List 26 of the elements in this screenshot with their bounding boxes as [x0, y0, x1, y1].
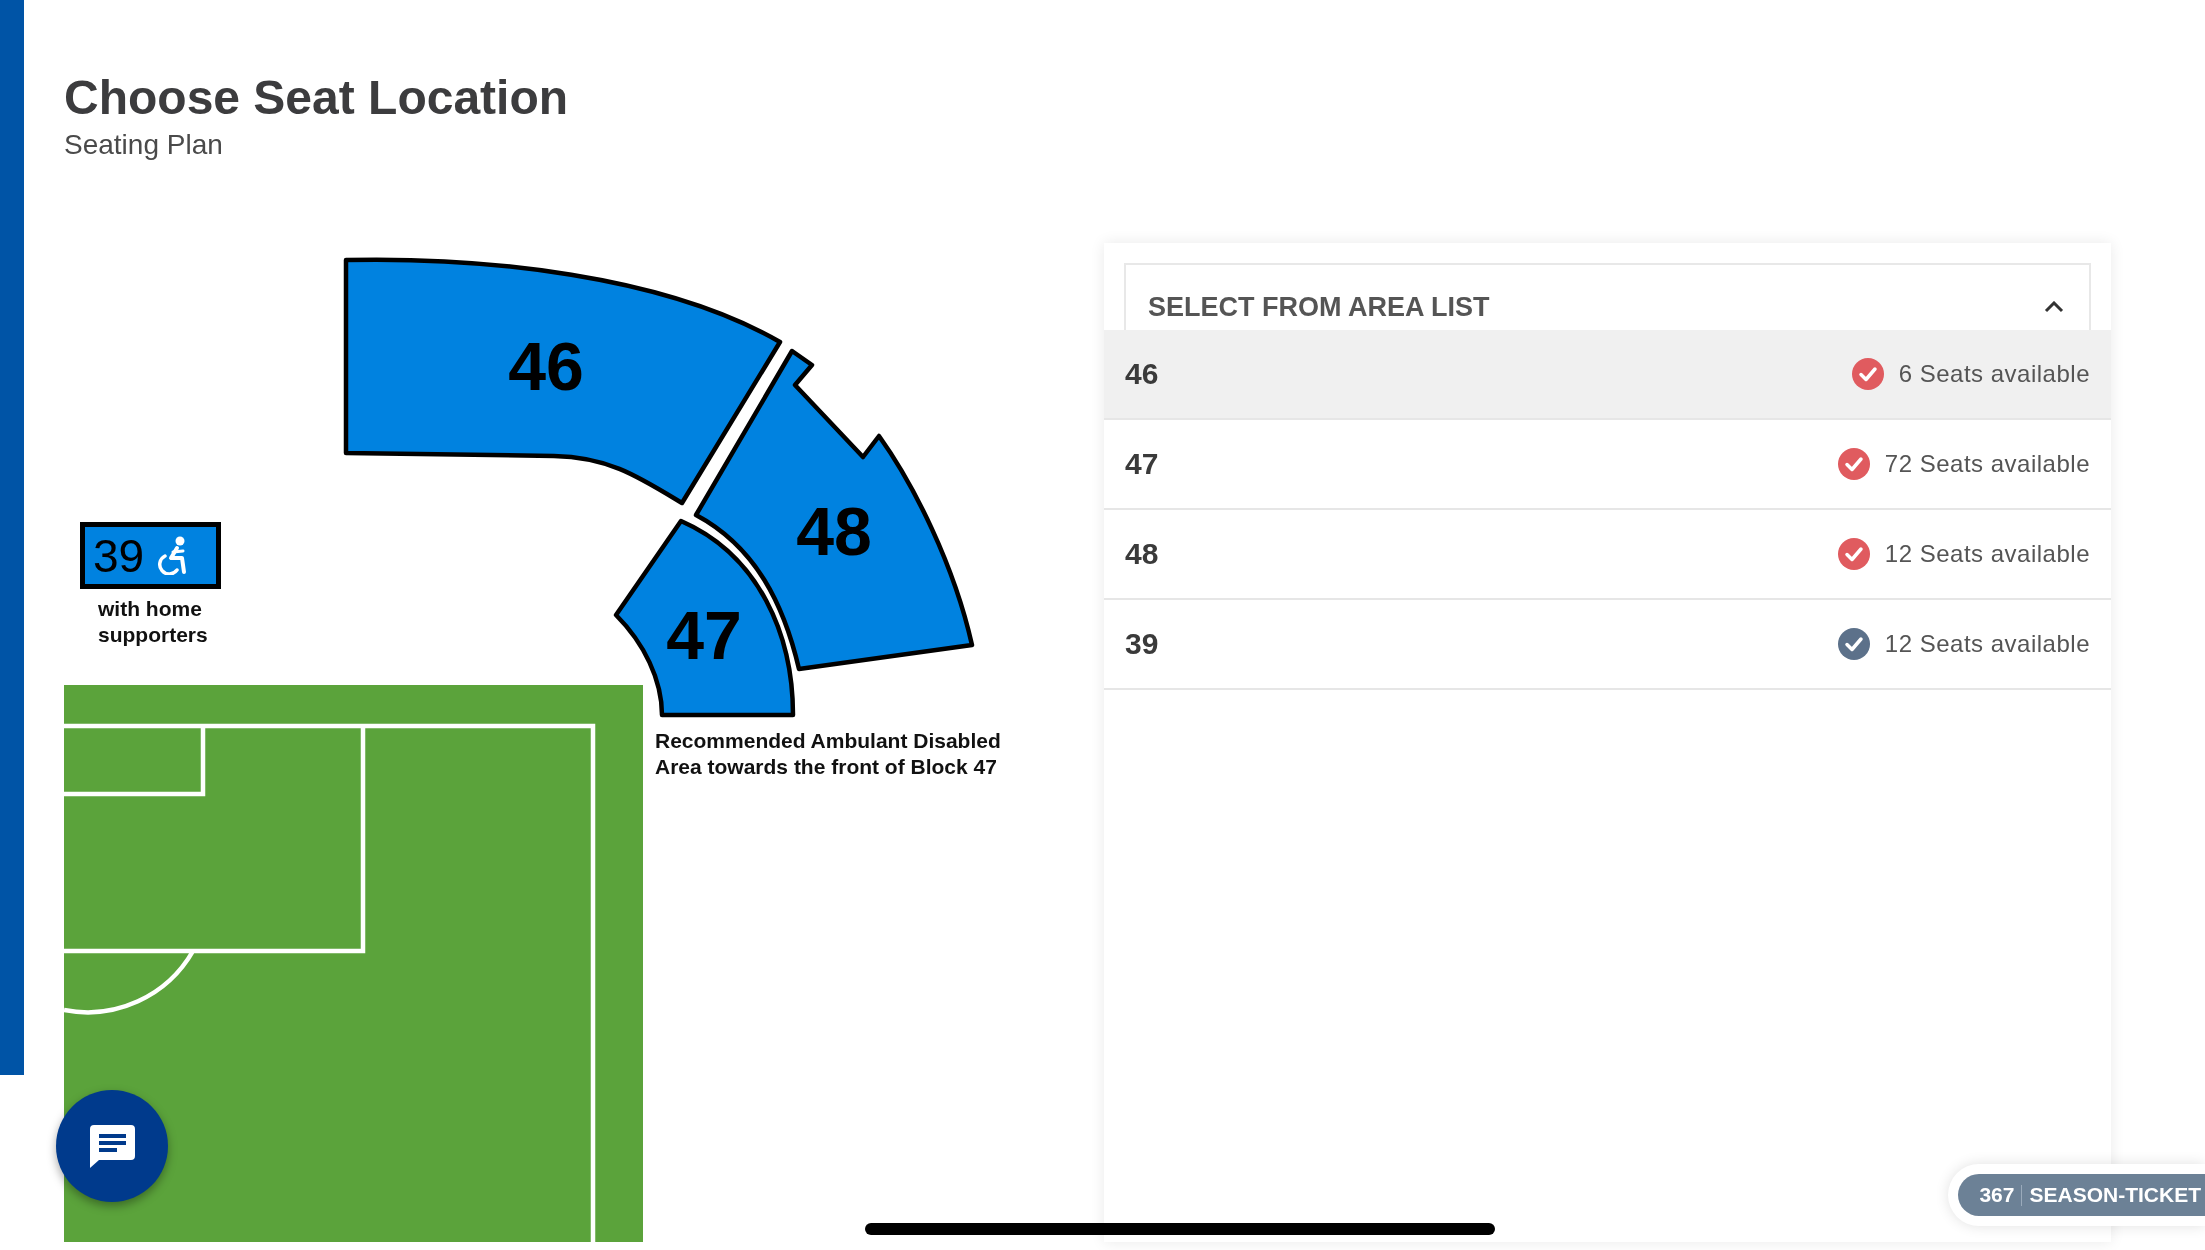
block-number: 39: [93, 530, 145, 581]
seating-block[interactable]: [613, 518, 796, 718]
block-number: 48: [796, 493, 872, 569]
area-list-item[interactable]: 46 6 Seats available: [1104, 330, 2111, 420]
seats-available-text: 72 Seats available: [1884, 450, 2090, 478]
seats-available-text: 12 Seats available: [1884, 630, 2090, 658]
page-subtitle: Seating Plan: [64, 129, 223, 161]
seats-available-text: 12 Seats available: [1884, 540, 2090, 568]
area-number: 47: [1125, 447, 1159, 481]
area-list-item[interactable]: 47 72 Seats available: [1104, 420, 2111, 510]
block-number: 47: [666, 597, 742, 673]
area-list-dropdown[interactable]: SELECT FROM AREA LIST: [1124, 263, 2091, 330]
area-number: 46: [1125, 357, 1159, 391]
accessible-block-note: with home supporters: [98, 596, 209, 648]
season-ticket-button[interactable]: 367 SEASON-TICKET: [1958, 1174, 2205, 1216]
seating-block[interactable]: [343, 257, 783, 506]
area-number: 39: [1125, 627, 1159, 661]
area-list-item[interactable]: 48 12 Seats available: [1104, 510, 2111, 600]
map-caption: Recommended Ambulant Disabled Area towards the front of Block 47: [655, 728, 1002, 780]
block-number: 46: [508, 328, 584, 404]
seats-available-text: 6 Seats available: [1898, 360, 2090, 388]
accessible-seating-block[interactable]: 39: [80, 522, 221, 589]
page-title: Choose Seat Location: [64, 73, 569, 123]
chat-icon: [89, 1124, 135, 1168]
area-list-item[interactable]: 39 12 Seats available: [1104, 600, 2111, 690]
area-number: 48: [1125, 537, 1159, 571]
